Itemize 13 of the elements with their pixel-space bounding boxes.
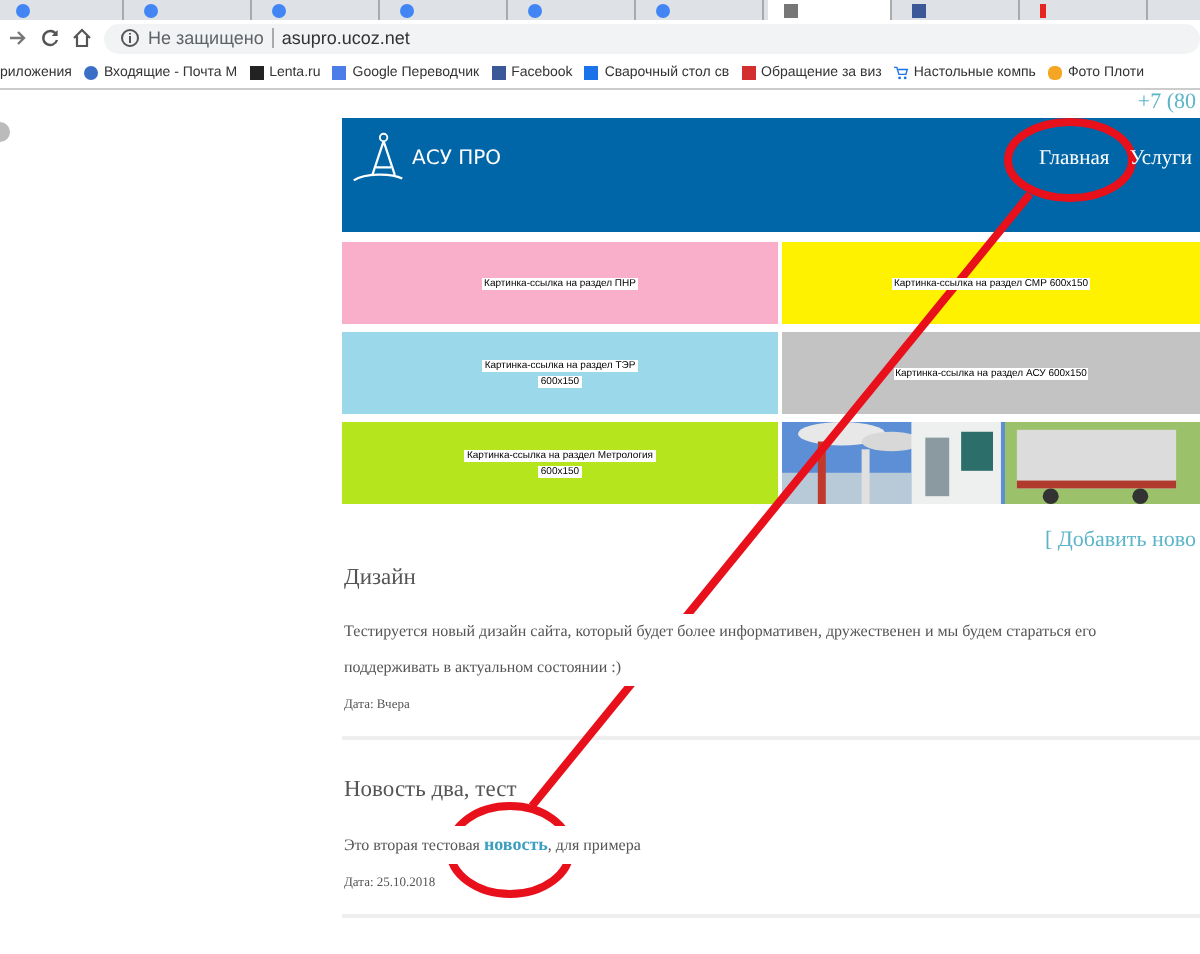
post-title: Новость два, тест	[344, 778, 519, 802]
nav-link[interactable]: Главная	[1039, 148, 1110, 170]
address-field[interactable]: Не защищено asupro.ucoz.net	[104, 23, 1200, 53]
reload-icon[interactable]	[40, 28, 60, 48]
post-title: Дизайн	[344, 566, 418, 590]
compass-logo-icon	[350, 130, 406, 186]
cart-icon	[893, 65, 908, 79]
page-icon	[784, 4, 798, 18]
logo-text: АСУ ПРО	[412, 147, 502, 169]
home-icon[interactable]	[72, 28, 92, 48]
forward-icon[interactable]	[8, 28, 28, 48]
browser-tab[interactable]	[768, 0, 892, 20]
info-icon[interactable]	[120, 28, 140, 48]
